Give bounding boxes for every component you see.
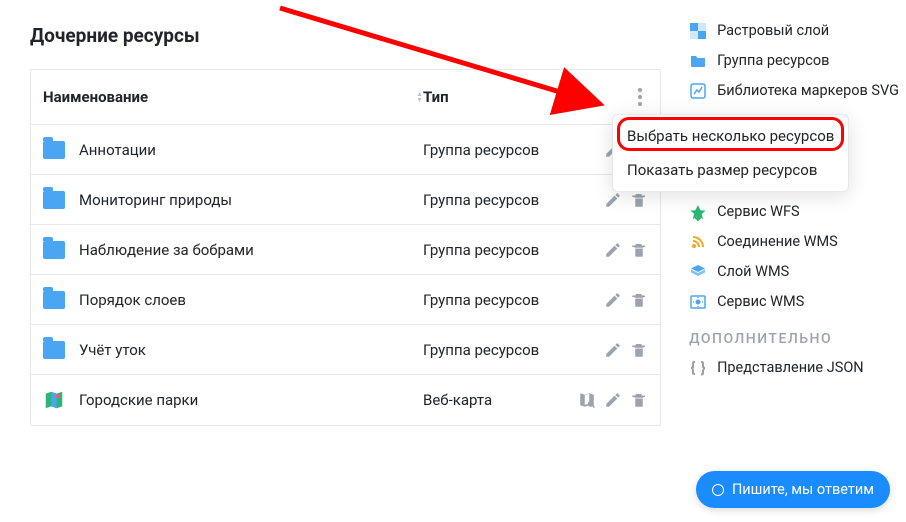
- menu-item-show-size[interactable]: Показать размер ресурсов: [613, 153, 848, 187]
- resource-name: Наблюдение за бобрами: [79, 241, 254, 259]
- folder-icon: [43, 141, 65, 159]
- edit-icon[interactable]: [604, 391, 622, 409]
- delete-icon[interactable]: [630, 341, 648, 359]
- folder-small-icon: [689, 52, 707, 70]
- resource-type: Группа ресурсов: [423, 241, 573, 259]
- resource-name: Учёт уток: [79, 341, 146, 359]
- sidebar-item-label: Сервис WMS: [717, 293, 804, 311]
- table-menu-button[interactable]: [632, 84, 648, 110]
- sidebar-item-json[interactable]: Представление JSON: [689, 353, 906, 383]
- sidebar-item[interactable]: Сервис WFS: [689, 197, 906, 227]
- sidebar-item[interactable]: Соединение WMS: [689, 227, 906, 257]
- sidebar-item[interactable]: Слой WMS: [689, 257, 906, 287]
- folder-icon: [43, 241, 65, 259]
- sidebar-item[interactable]: Сервис WMS: [689, 287, 906, 317]
- webmap-icon: [43, 389, 65, 411]
- sidebar-item-label: Соединение WMS: [717, 233, 838, 251]
- json-icon: [689, 359, 707, 377]
- table-row[interactable]: Наблюдение за бобрами Группа ресурсов: [31, 225, 660, 275]
- resource-name: Мониторинг природы: [79, 191, 232, 209]
- table-row[interactable]: Порядок слоев Группа ресурсов: [31, 275, 660, 325]
- menu-item-select-multiple[interactable]: Выбрать несколько ресурсов: [613, 119, 848, 153]
- sort-icon[interactable]: ▲▼: [566, 91, 573, 103]
- resource-name: Аннотации: [79, 141, 156, 159]
- sidebar-item[interactable]: Библиотека маркеров SVG: [689, 76, 906, 106]
- sort-icon[interactable]: ▲▼: [416, 91, 423, 103]
- resource-type: Группа ресурсов: [423, 141, 573, 159]
- folder-icon: [43, 191, 65, 209]
- edit-icon[interactable]: [604, 341, 622, 359]
- table-row[interactable]: Учёт уток Группа ресурсов: [31, 325, 660, 375]
- sidebar-item-label: Сервис WFS: [717, 203, 800, 221]
- wms-service-icon: [689, 293, 707, 311]
- wms-layer-icon: [689, 263, 707, 281]
- table-row[interactable]: Мониторинг природы Группа ресурсов: [31, 175, 660, 225]
- svg-lib-icon: [689, 82, 707, 100]
- table-header: Наименование ▲▼ Тип ▲▼: [31, 70, 660, 125]
- chat-label: Пишите, мы ответим: [732, 481, 874, 498]
- section-title: Дочерние ресурсы: [30, 24, 661, 47]
- resource-name: Порядок слоев: [79, 291, 186, 309]
- resource-type: Группа ресурсов: [423, 291, 573, 309]
- sidebar-item-label: Растровый слой: [717, 22, 829, 40]
- table-row[interactable]: Городские парки Веб-карта: [31, 375, 660, 425]
- wms-conn-icon: [689, 233, 707, 251]
- folder-icon: [43, 291, 65, 309]
- resource-type: Группа ресурсов: [423, 341, 573, 359]
- col-type-header[interactable]: Тип: [423, 88, 449, 106]
- chat-status-icon: [712, 484, 724, 496]
- child-resources-table: Наименование ▲▼ Тип ▲▼ Аннотации Группа р…: [30, 69, 661, 426]
- delete-icon[interactable]: [630, 291, 648, 309]
- sidebar-item-label: Группа ресурсов: [717, 52, 829, 70]
- sidebar-item-label: Библиотека маркеров SVG: [717, 82, 899, 100]
- delete-icon[interactable]: [630, 191, 648, 209]
- resource-type: Веб-карта: [423, 391, 573, 409]
- resource-type-sidebar: Растровый слой Группа ресурсов Библиотека …: [689, 10, 906, 426]
- wfs-icon: [689, 203, 707, 221]
- sidebar-item-label: Слой WMS: [717, 263, 789, 281]
- open-map-icon[interactable]: [578, 391, 596, 409]
- edit-icon[interactable]: [604, 191, 622, 209]
- sidebar-item-label: Представление JSON: [717, 359, 864, 377]
- table-row[interactable]: Аннотации Группа ресурсов: [31, 125, 660, 175]
- chat-widget[interactable]: Пишите, мы ответим: [696, 471, 890, 508]
- col-name-header[interactable]: Наименование: [43, 88, 148, 106]
- delete-icon[interactable]: [630, 391, 648, 409]
- raster-icon: [689, 22, 707, 40]
- sidebar-item[interactable]: Растровый слой: [689, 16, 906, 46]
- edit-icon[interactable]: [604, 241, 622, 259]
- sidebar-item[interactable]: Группа ресурсов: [689, 46, 906, 76]
- folder-icon: [43, 341, 65, 359]
- sidebar-heading-additional: ДОПОЛНИТЕЛЬНО: [689, 331, 906, 347]
- resource-type: Группа ресурсов: [423, 191, 573, 209]
- resource-name: Городские парки: [79, 391, 198, 409]
- edit-icon[interactable]: [604, 291, 622, 309]
- delete-icon[interactable]: [630, 241, 648, 259]
- table-context-menu: Выбрать несколько ресурсов Показать разм…: [612, 114, 849, 192]
